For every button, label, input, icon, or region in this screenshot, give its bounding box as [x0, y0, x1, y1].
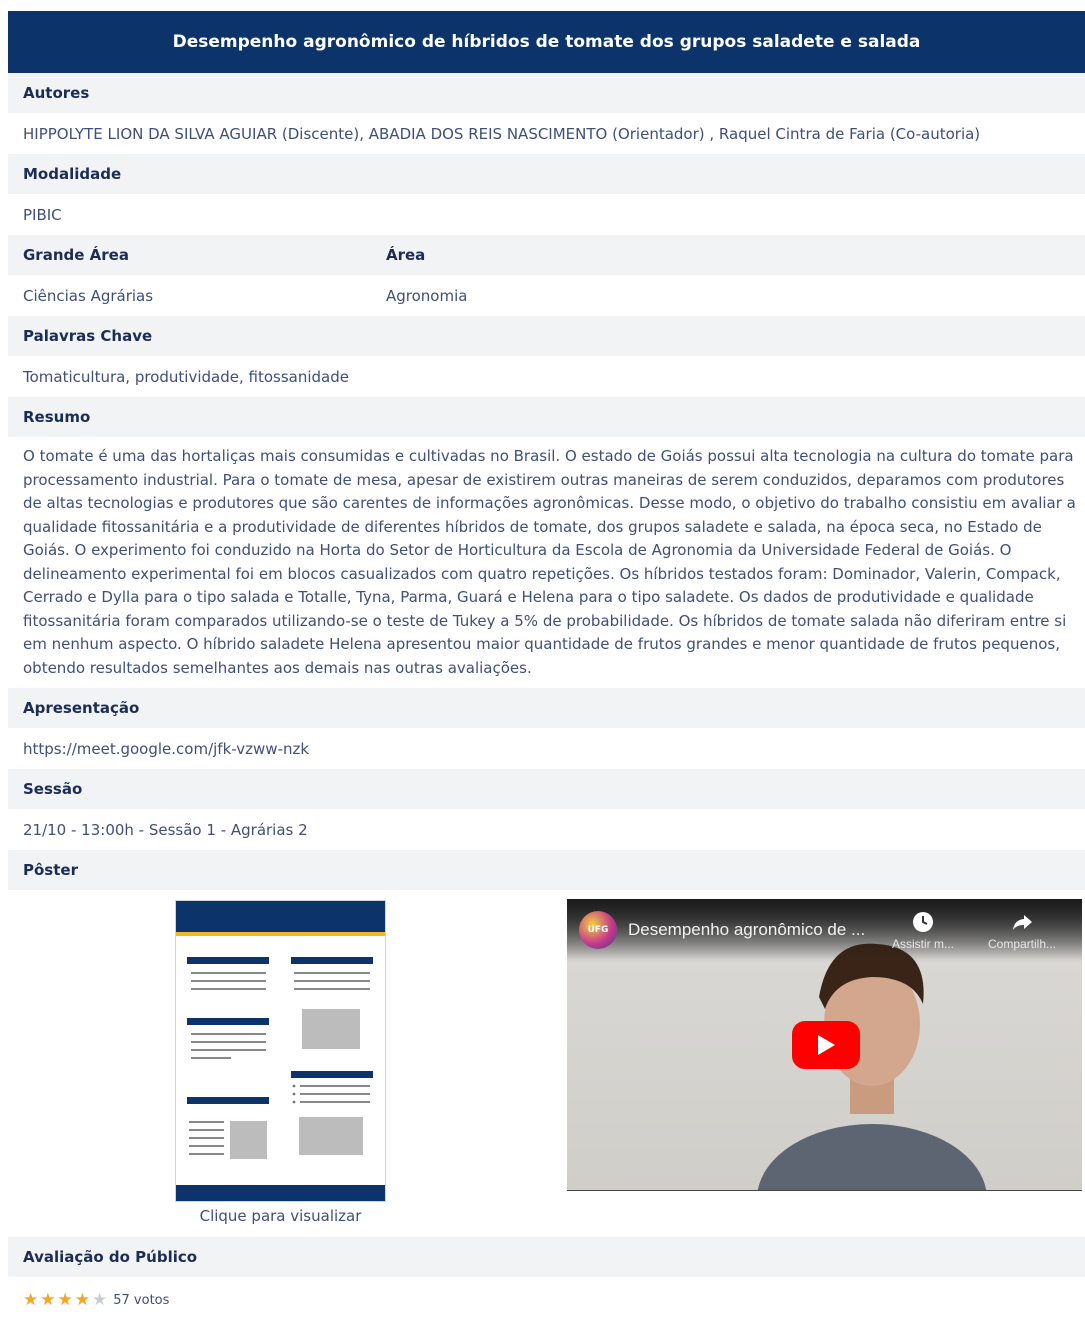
presentation-header: Apresentação	[8, 688, 1085, 728]
session-header: Sessão	[8, 769, 1085, 809]
star-filled-icon[interactable]: ★	[75, 1292, 90, 1309]
channel-avatar-text: UFG	[587, 925, 609, 935]
video-player[interactable]: UFG Desempenho agronômico de ... Assisti…	[567, 899, 1082, 1191]
area-header: Área	[371, 235, 1085, 275]
watch-later-button[interactable]: Assistir m...	[885, 911, 961, 951]
star-empty-icon[interactable]: ★	[92, 1292, 107, 1309]
keywords-header: Palavras Chave	[8, 316, 1085, 356]
session-value: 21/10 - 13:00h - Sessão 1 - Agrárias 2	[8, 809, 1085, 850]
share-label: Compartilh...	[987, 937, 1057, 951]
area-value-row: Ciências Agrárias Agronomia	[8, 275, 1085, 316]
poster-section: Clique para visualizar UFG Desempenho ag…	[8, 890, 1085, 1237]
modality-value: PIBIC	[8, 194, 1085, 235]
page: Desempenho agronômico de híbridos de tom…	[8, 11, 1085, 1324]
rating-stars[interactable]: ★ ★ ★ ★ ★ 57 votos	[8, 1277, 1085, 1324]
page-title: Desempenho agronômico de híbridos de tom…	[8, 11, 1085, 73]
share-icon	[1013, 915, 1032, 930]
poster-header: Pôster	[8, 850, 1085, 890]
grande-area-header: Grande Área	[8, 235, 371, 275]
watch-later-label: Assistir m...	[892, 937, 954, 951]
channel-avatar[interactable]: UFG	[579, 911, 617, 949]
poster-view-link[interactable]: Clique para visualizar	[175, 1207, 386, 1225]
page-title-text: Desempenho agronômico de híbridos de tom…	[172, 32, 921, 52]
play-icon	[818, 1035, 835, 1055]
poster-preview-icon	[176, 901, 385, 1201]
area-value: Agronomia	[371, 275, 1085, 316]
play-button[interactable]	[792, 1021, 860, 1069]
area-header-row: Grande Área Área	[8, 235, 1085, 275]
video-title[interactable]: Desempenho agronômico de ...	[628, 920, 865, 940]
star-filled-icon[interactable]: ★	[58, 1292, 73, 1309]
abstract-text: O tomate é uma das hortaliças mais consu…	[23, 447, 1076, 677]
abstract-header: Resumo	[8, 397, 1085, 437]
vote-count: 57 votos	[113, 1293, 170, 1308]
modality-header: Modalidade	[8, 154, 1085, 194]
star-filled-icon[interactable]: ★	[23, 1292, 38, 1309]
presentation-value: https://meet.google.com/jfk-vzww-nzk	[8, 728, 1085, 769]
star-filled-icon[interactable]: ★	[40, 1292, 55, 1309]
authors-header: Autores	[8, 73, 1085, 113]
share-button[interactable]: Compartilh...	[977, 911, 1067, 951]
rating-header: Avaliação do Público	[8, 1237, 1085, 1277]
presentation-link[interactable]: https://meet.google.com/jfk-vzww-nzk	[23, 740, 309, 758]
authors-value: HIPPOLYTE LION DA SILVA AGUIAR (Discente…	[8, 113, 1085, 154]
grande-area-value: Ciências Agrárias	[8, 275, 371, 316]
clock-icon	[913, 912, 933, 932]
keywords-value: Tomaticultura, produtividade, fitossanid…	[8, 356, 1085, 397]
poster-thumbnail[interactable]	[175, 900, 386, 1202]
